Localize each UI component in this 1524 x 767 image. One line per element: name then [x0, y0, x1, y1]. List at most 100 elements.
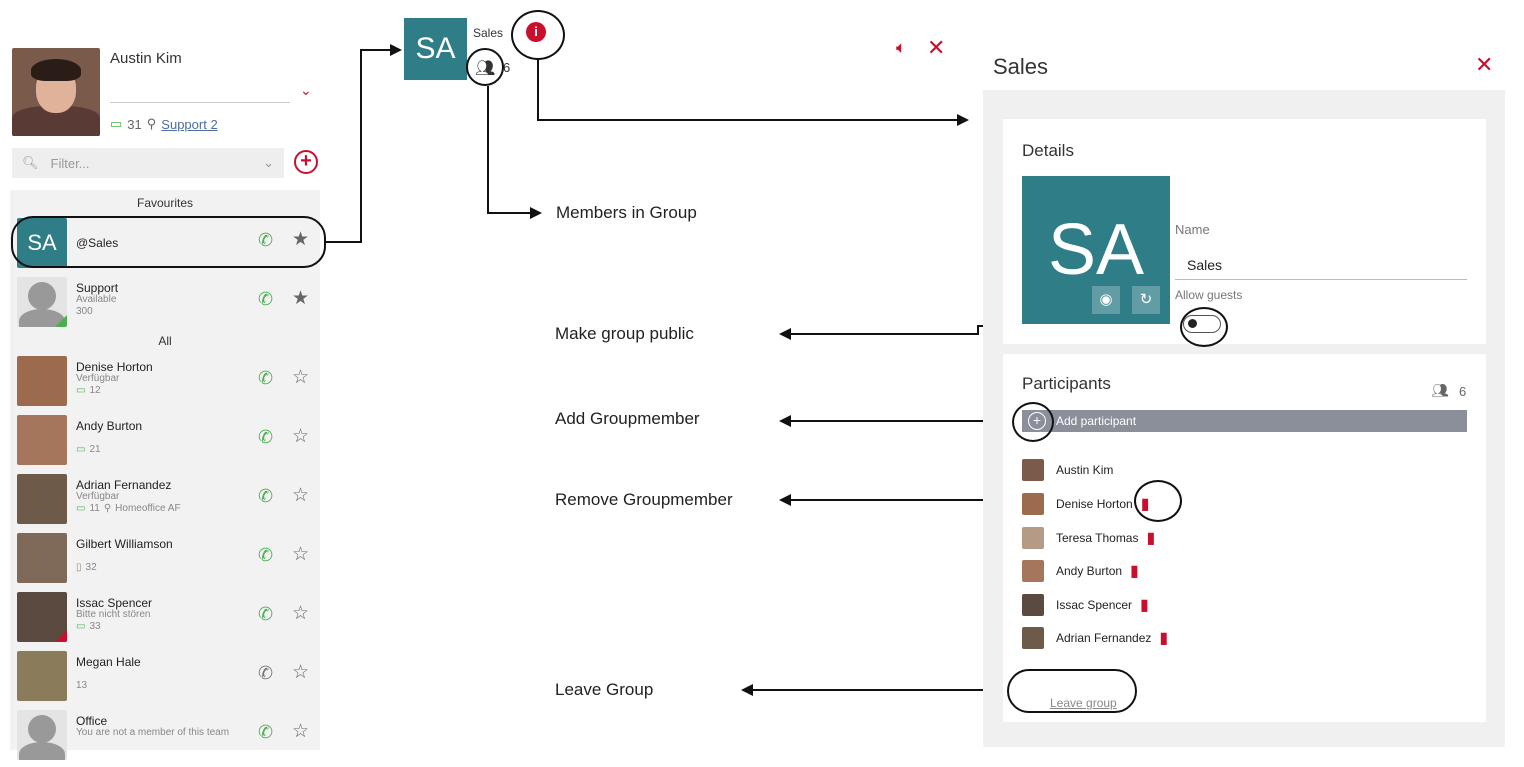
desktop-icon: ▭	[110, 116, 123, 131]
refresh-icon[interactable]: ↻	[1132, 286, 1160, 314]
star-icon[interactable]: ☆	[292, 720, 309, 743]
list-item[interactable]: Denise Horton Verfügbar ▭ 12 ✆ ☆	[10, 354, 320, 410]
speaker-icon[interactable]: 🔈︎	[896, 38, 906, 58]
search-icon: 🔍︎	[22, 155, 39, 170]
filter-input[interactable]: Filter...	[51, 156, 264, 171]
contact-status: You are not a member of this team	[76, 727, 230, 738]
contact-name: Gilbert Williamson	[76, 537, 173, 551]
list-item[interactable]: Adrian Fernandez Verfügbar ▭ 11 ⚲ Homeoffic…	[10, 472, 320, 528]
list-item[interactable]: Megan Hale 13 ✆ ☆	[10, 649, 320, 705]
connector-line	[487, 212, 532, 214]
camera-icon[interactable]: ◉	[1092, 286, 1120, 314]
participant-row: Denise Horton ▮	[1022, 492, 1150, 516]
connector-line	[326, 241, 362, 243]
contact-name: Support	[76, 281, 119, 295]
connector-line	[360, 49, 362, 243]
mobile-icon: ▯	[76, 562, 82, 573]
contact-name: Andy Burton	[76, 419, 143, 433]
phone-icon[interactable]: ✆	[258, 486, 273, 507]
desktop-icon: ▭	[76, 444, 86, 455]
trash-icon[interactable]: ▮	[1146, 528, 1155, 548]
avatar	[17, 592, 67, 642]
user-status: ▭ 31 ⚲ Support 2	[110, 116, 218, 132]
panel-header: Sales ✕	[983, 40, 1505, 90]
phone-icon[interactable]: ✆	[258, 368, 273, 389]
avatar	[17, 474, 67, 524]
arrow-left-icon	[779, 415, 791, 427]
close-icon[interactable]: ✕	[927, 35, 945, 61]
phone-icon[interactable]: ✆	[258, 427, 273, 448]
chevron-down-icon[interactable]: ⌄	[263, 155, 274, 171]
star-filled-icon[interactable]: ★	[292, 287, 309, 310]
group-avatar[interactable]: SA	[404, 18, 467, 80]
contact-status: Bitte nicht stören	[76, 609, 151, 620]
phone-icon[interactable]: ✆	[258, 289, 273, 310]
annotation-add: Add Groupmember	[555, 409, 700, 428]
group-name-field[interactable]: Sales	[1187, 257, 1222, 273]
contact-extension: ▭ 33	[76, 621, 101, 632]
list-item[interactable]: Office You are not a member of this team…	[10, 708, 320, 764]
avatar	[1022, 560, 1044, 582]
avatar	[1022, 594, 1044, 616]
highlight-circle	[1180, 307, 1228, 347]
section-all: All	[158, 334, 172, 348]
add-participant-button[interactable]: + Add participant	[1022, 410, 1467, 432]
contact-extension: 13	[76, 680, 88, 691]
contact-name: Issac Spencer	[76, 596, 153, 610]
details-card: Details SA ◉ ↻ Name Sales Allow guests	[1003, 119, 1486, 344]
arrow-left-icon	[741, 684, 753, 696]
star-icon[interactable]: ☆	[292, 661, 309, 684]
location-link[interactable]: Support 2	[161, 117, 217, 132]
contact-extension: ▭ 11 ⚲ Homeoffice AF	[76, 503, 181, 514]
close-icon[interactable]: ✕	[1475, 52, 1493, 78]
contact-name: Denise Horton	[76, 360, 153, 374]
highlight-circle	[466, 48, 504, 86]
trash-icon[interactable]: ▮	[1159, 628, 1168, 648]
annotation-members: Members in Group	[556, 203, 697, 222]
chevron-down-icon[interactable]: ⌄	[300, 82, 312, 99]
contact-extension: ▭ 21	[76, 444, 101, 455]
arrow-left-icon	[779, 328, 791, 340]
annotation-public: Make group public	[555, 324, 694, 343]
user-avatar[interactable]	[12, 48, 100, 136]
trash-icon[interactable]: ▮	[1140, 595, 1149, 615]
arrow-right-icon	[390, 44, 402, 56]
user-name: Austin Kim	[110, 50, 182, 67]
connector-line	[487, 86, 489, 213]
star-icon[interactable]: ☆	[292, 543, 309, 566]
members-icon: 👥︎	[1431, 382, 1449, 398]
trash-icon[interactable]: ▮	[1130, 561, 1139, 581]
group-details-panel: Sales ✕ Details SA ◉ ↻ Name Sales Allow …	[983, 40, 1505, 747]
phone-icon[interactable]: ✆	[258, 722, 273, 743]
star-icon[interactable]: ☆	[292, 484, 309, 507]
highlight-outline	[1007, 669, 1137, 713]
list-item[interactable]: Gilbert Williamson ▯ 32 ✆ ☆	[10, 531, 320, 587]
contact-name: Megan Hale	[76, 655, 141, 669]
phone-icon[interactable]: ✆	[258, 663, 273, 684]
star-icon[interactable]: ☆	[292, 425, 309, 448]
avatar	[1022, 527, 1044, 549]
name-label: Name	[1175, 222, 1210, 237]
connector-line	[791, 333, 978, 335]
status-input-line[interactable]	[110, 102, 290, 103]
contact-status: Verfügbar	[76, 373, 120, 384]
list-item[interactable]: Support Available 300 ✆ ★	[10, 275, 320, 331]
annotation-remove: Remove Groupmember	[555, 490, 733, 509]
arrow-left-icon	[779, 494, 791, 506]
list-item[interactable]: Andy Burton ▭ 21 ✆ ☆	[10, 413, 320, 469]
participant-row: Teresa Thomas ▮	[1022, 526, 1155, 550]
filter-bar[interactable]: 🔍︎ Filter... ⌄	[12, 148, 284, 178]
add-contact-button[interactable]: +	[294, 150, 318, 174]
connector-line	[791, 420, 1013, 422]
group-name: Sales	[473, 26, 504, 40]
star-icon[interactable]: ☆	[292, 366, 309, 389]
location-pin-icon: ⚲	[146, 116, 157, 131]
list-item[interactable]: Issac Spencer Bitte nicht stören ▭ 33 ✆ ☆	[10, 590, 320, 646]
star-icon[interactable]: ☆	[292, 602, 309, 625]
phone-icon[interactable]: ✆	[258, 604, 273, 625]
avatar	[17, 533, 67, 583]
participant-row: Issac Spencer ▮	[1022, 593, 1149, 617]
phone-icon[interactable]: ✆	[258, 545, 273, 566]
contact-status: Verfügbar	[76, 491, 120, 502]
member-count: 6	[503, 60, 511, 75]
